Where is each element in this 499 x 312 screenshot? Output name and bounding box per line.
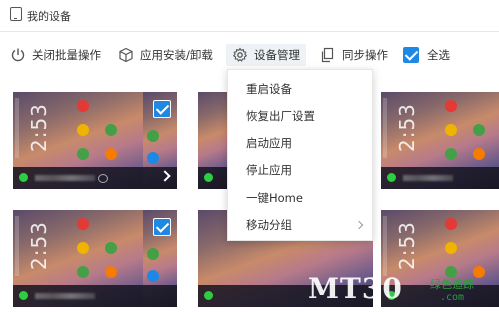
app-install-label: 应用安装/卸载 bbox=[140, 48, 213, 62]
online-status-icon bbox=[204, 173, 213, 182]
checkbox-checked-icon bbox=[403, 47, 419, 63]
device-name-redacted bbox=[35, 293, 95, 299]
checkbox-checked-icon[interactable] bbox=[153, 218, 171, 236]
device-status-bar bbox=[143, 167, 177, 189]
app-icon bbox=[445, 148, 457, 160]
app-icon bbox=[147, 270, 159, 282]
screen-edge bbox=[383, 98, 387, 158]
online-status-icon bbox=[204, 291, 213, 300]
menu-item-start-app[interactable]: 启动应用 bbox=[246, 135, 292, 151]
toolbar: 关闭批量操作 应用安装/卸载 设备管理 同步操作 全选 bbox=[0, 38, 499, 72]
app-icon bbox=[105, 242, 117, 254]
app-icon bbox=[147, 152, 159, 164]
app-icon bbox=[77, 100, 89, 112]
box-icon bbox=[119, 47, 133, 63]
app-install-button[interactable]: 应用安装/卸载 bbox=[118, 44, 213, 66]
app-icon bbox=[77, 218, 89, 230]
app-icon bbox=[445, 218, 457, 230]
chevron-right-icon[interactable] bbox=[159, 170, 171, 182]
app-icon bbox=[473, 124, 485, 136]
sync-button[interactable]: 同步操作 bbox=[320, 44, 388, 66]
app-icon bbox=[105, 124, 117, 136]
checkbox-checked-icon[interactable] bbox=[153, 100, 171, 118]
sync-label: 同步操作 bbox=[342, 48, 388, 62]
screen-edge bbox=[15, 98, 19, 158]
tiktok-icon bbox=[98, 174, 108, 183]
device-name-redacted bbox=[403, 175, 453, 181]
app-icon bbox=[445, 242, 457, 254]
app-icon bbox=[77, 124, 89, 136]
watermark-site: .com bbox=[440, 292, 465, 303]
app-icon bbox=[105, 266, 117, 278]
copy-icon bbox=[321, 47, 334, 63]
gear-icon bbox=[232, 47, 248, 62]
screen-edge bbox=[15, 216, 19, 276]
menu-item-one-key-home[interactable]: 一键Home bbox=[246, 190, 303, 206]
device-icon bbox=[10, 7, 22, 21]
device-clock: 2:53 bbox=[27, 221, 51, 270]
power-icon bbox=[11, 48, 25, 62]
device-card-partial[interactable] bbox=[143, 210, 177, 307]
online-status-icon bbox=[387, 173, 396, 182]
device-card-partial[interactable] bbox=[143, 92, 177, 189]
screen-edge bbox=[383, 216, 387, 276]
window-title: 我的设备 bbox=[27, 10, 71, 23]
device-manage-label: 设备管理 bbox=[254, 48, 300, 62]
app-icon bbox=[445, 124, 457, 136]
select-all-checkbox[interactable]: 全选 bbox=[403, 44, 450, 66]
menu-item-factory-reset[interactable]: 恢复出厂设置 bbox=[246, 108, 315, 124]
title-bar: 我的设备 bbox=[0, 0, 499, 32]
app-icon bbox=[147, 130, 159, 142]
app-icon bbox=[77, 242, 89, 254]
app-icon bbox=[445, 100, 457, 112]
device-manage-menu: 重启设备 恢复出厂设置 启动应用 停止应用 一键Home 移动分组 bbox=[227, 69, 373, 241]
device-manage-button[interactable]: 设备管理 bbox=[226, 44, 306, 66]
device-status-bar bbox=[143, 285, 177, 307]
device-name-redacted bbox=[35, 175, 95, 181]
app-icon bbox=[77, 266, 89, 278]
device-status-bar bbox=[198, 167, 227, 189]
menu-item-stop-app[interactable]: 停止应用 bbox=[246, 162, 292, 178]
chevron-right-icon bbox=[354, 220, 364, 230]
device-clock: 2:53 bbox=[395, 103, 419, 152]
online-status-icon bbox=[19, 291, 28, 300]
device-card[interactable]: 2:53 bbox=[381, 92, 499, 189]
app-icon bbox=[77, 148, 89, 160]
menu-item-restart[interactable]: 重启设备 bbox=[246, 81, 292, 97]
app-icon bbox=[473, 148, 485, 160]
select-all-label: 全选 bbox=[427, 48, 450, 62]
device-clock: 2:53 bbox=[27, 103, 51, 152]
app-icon bbox=[473, 266, 485, 278]
app-icon bbox=[105, 148, 117, 160]
device-status-bar bbox=[381, 167, 499, 189]
close-batch-label: 关闭批量操作 bbox=[32, 48, 101, 62]
close-batch-button[interactable]: 关闭批量操作 bbox=[10, 44, 101, 66]
device-card[interactable] bbox=[198, 92, 227, 189]
app-icon bbox=[147, 248, 159, 260]
online-status-icon bbox=[19, 173, 28, 182]
menu-item-move-group[interactable]: 移动分组 bbox=[246, 217, 292, 233]
watermark-logo: MT30 bbox=[308, 272, 403, 305]
watermark-subtitle: 绿色追踪 bbox=[430, 278, 474, 291]
device-clock: 2:53 bbox=[395, 221, 419, 270]
